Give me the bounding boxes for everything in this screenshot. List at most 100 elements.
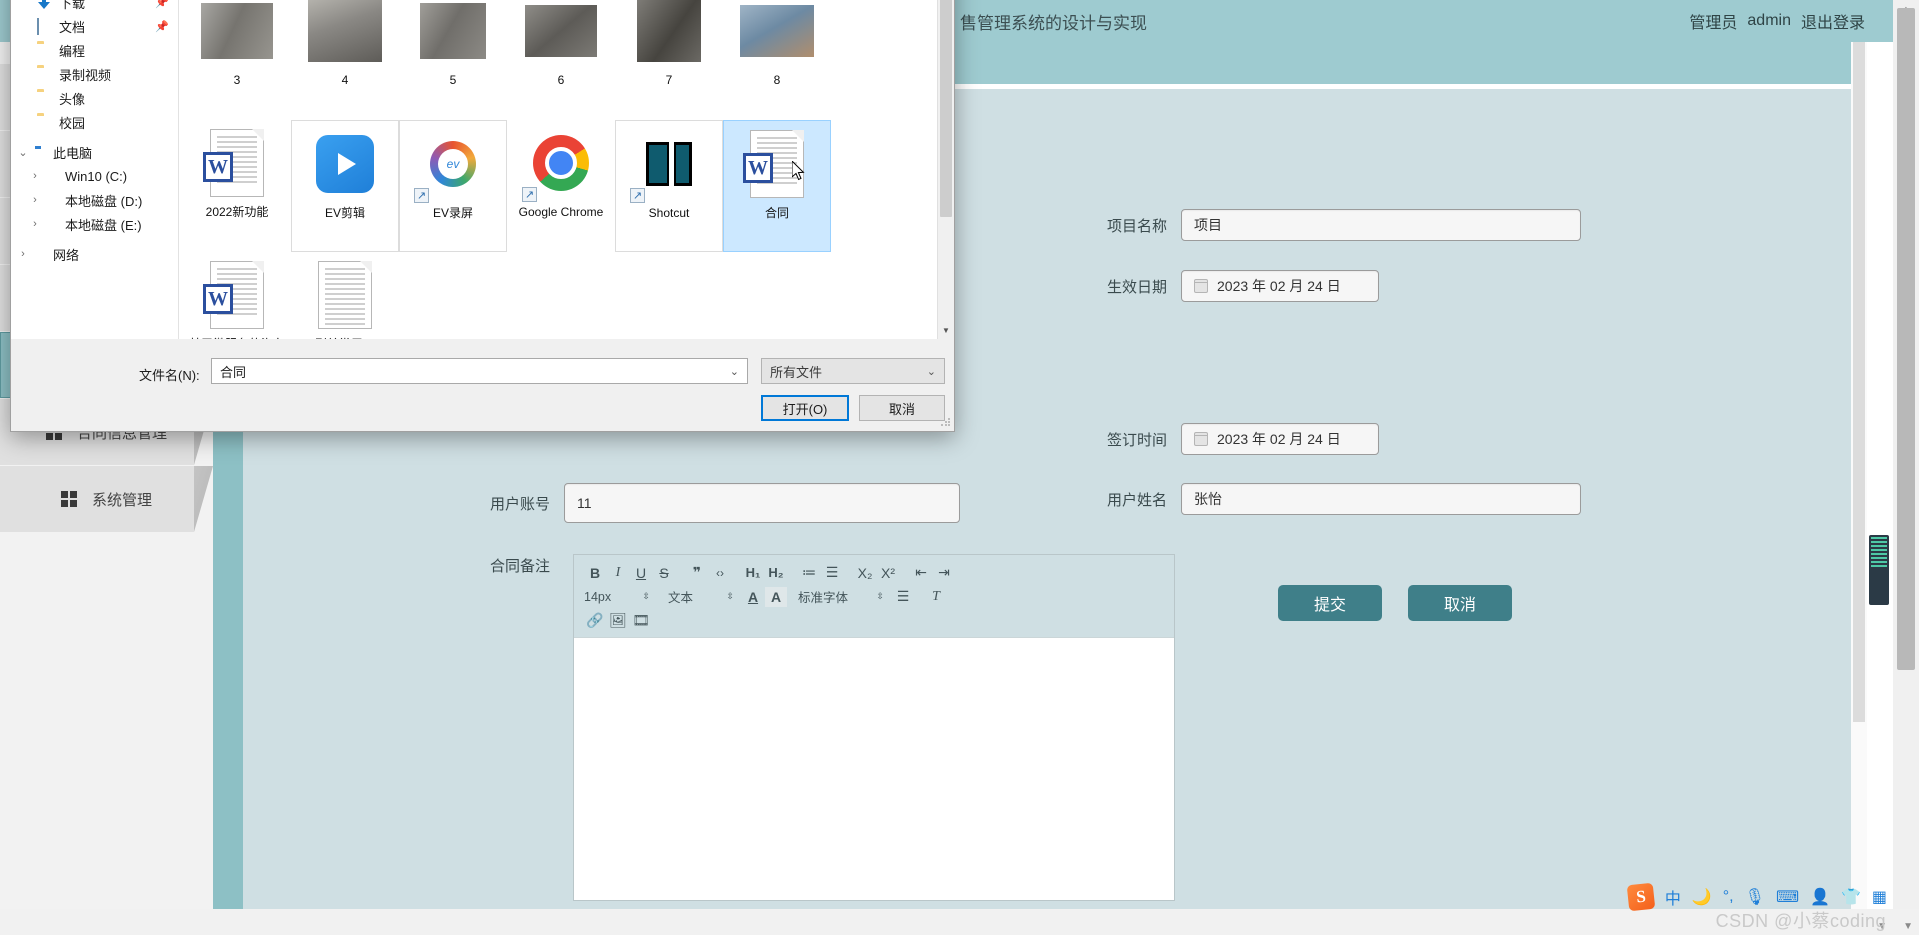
file-item[interactable]: 7 [615, 0, 723, 120]
editor-content-area[interactable] [574, 638, 1174, 900]
page-scrollbar[interactable]: ▲ [1893, 0, 1919, 935]
tree-item-disk-d[interactable]: › 本地磁盘 (D:) [11, 188, 178, 212]
underline-button[interactable]: U [630, 563, 652, 583]
align-button[interactable]: ☰ [892, 587, 914, 607]
chevron-right-icon[interactable]: › [27, 194, 43, 206]
user-name-input[interactable]: 张怡 [1181, 483, 1581, 515]
font-size-value: 14px [584, 589, 612, 604]
italic-button[interactable]: I [607, 563, 629, 583]
keyboard-icon[interactable]: ⌨ [1776, 887, 1799, 907]
tree-item-network[interactable]: › 网络 [11, 242, 178, 266]
file-item[interactable]: 5 [399, 0, 507, 120]
sign-time-input[interactable]: 2023 年 02 月 24 日 [1181, 423, 1379, 455]
apps-grid-icon[interactable]: ▦ [1872, 887, 1887, 907]
ev-clip-thumbnail [306, 125, 384, 203]
resize-grip[interactable] [940, 417, 950, 427]
submit-button[interactable]: 提交 [1278, 585, 1382, 621]
tree-item-downloads[interactable]: 下载 📌 [11, 0, 178, 14]
punctuation-icon[interactable]: °, [1723, 888, 1734, 906]
file-item[interactable]: 6 [507, 0, 615, 120]
pin-icon[interactable]: 📌 [155, 20, 169, 33]
file-name: Shotcut [648, 206, 690, 220]
file-list-scrollbar[interactable]: ▲ ▼ [937, 0, 954, 339]
filetype-select[interactable]: 所有文件 ⌄ [761, 358, 945, 384]
file-item-selected[interactable]: W 合同 [723, 120, 831, 252]
text-document-thumbnail [306, 256, 384, 334]
clear-format-button[interactable]: T [925, 587, 947, 607]
dialog-cancel-button[interactable]: 取消 [859, 395, 945, 421]
tree-item-label: 网络 [53, 247, 80, 263]
file-item[interactable]: W 2022新功能 [183, 120, 291, 252]
file-list-scrollbar-thumb[interactable] [940, 0, 952, 217]
font-family-select[interactable]: 标准字体 ⇳ [798, 587, 884, 607]
cancel-button[interactable]: 取消 [1408, 585, 1512, 621]
user-account-input[interactable]: 11 [564, 483, 960, 523]
file-item[interactable]: 3 [183, 0, 291, 120]
open-button[interactable]: 打开(O) [761, 395, 849, 421]
editor-toolbar-row-1: B I U S ❞ ‹› H₁ H₂ ≔ ☰ X₂ X² ⇤ ⇥ [584, 562, 1164, 583]
video-button[interactable]: 🎞 [630, 611, 652, 631]
text-color-button[interactable]: A [742, 587, 764, 607]
chrome-icon [533, 135, 589, 191]
blockquote-button[interactable]: ❞ [686, 563, 708, 583]
filename-input[interactable]: 合同 ⌄ [211, 358, 748, 384]
font-size-select[interactable]: 14px ⇳ [584, 587, 650, 607]
outdent-button[interactable]: ⇤ [910, 563, 932, 583]
file-item[interactable]: ↗ Google Chrome [507, 120, 615, 252]
chevron-down-icon[interactable]: ⌄ [927, 365, 936, 378]
file-item[interactable]: ↗ Shotcut [615, 120, 723, 252]
inner-scrollbar-thumb[interactable] [1853, 42, 1865, 722]
strikethrough-button[interactable]: S [653, 563, 675, 583]
file-item[interactable]: 8 [723, 0, 831, 120]
indent-button[interactable]: ⇥ [933, 563, 955, 583]
sogou-ime-icon[interactable]: S [1626, 882, 1656, 912]
inner-scrollbar[interactable] [1851, 42, 1867, 935]
dialog-body: ⌄ ★ 快速访问 桌面 📌 下载 📌 文档 📌 编程 [11, 0, 954, 339]
logout-link[interactable]: 退出登录 [1801, 9, 1865, 33]
chevron-down-icon[interactable]: ⌄ [730, 365, 739, 378]
background-color-button[interactable]: A [765, 586, 787, 607]
text-style-select[interactable]: 文本 ⇳ [668, 587, 734, 607]
file-item[interactable]: ev ↗ EV录屏 [399, 120, 507, 252]
chevron-down-icon[interactable]: ⌄ [15, 146, 31, 159]
tree-item-win10-c[interactable]: › Win10 (C:) [11, 164, 178, 188]
tree-item-disk-e[interactable]: › 本地磁盘 (E:) [11, 212, 178, 236]
tree-item-this-pc[interactable]: ⌄ 此电脑 [11, 140, 178, 164]
user-icon[interactable]: 👤 [1810, 887, 1830, 907]
heading2-button[interactable]: H₂ [765, 563, 787, 583]
file-item[interactable]: W 基于微服务的汽车修理厂管理系统(需求文档) (1) [183, 252, 291, 339]
project-name-input[interactable]: 项目 [1181, 209, 1581, 241]
link-button[interactable]: 🔗 [584, 611, 606, 631]
tree-item-documents[interactable]: 文档 📌 [11, 14, 178, 38]
tree-item-avatars[interactable]: 头像 [11, 86, 178, 110]
file-item[interactable]: 4 [291, 0, 399, 120]
skin-icon[interactable]: 👕 [1841, 887, 1861, 907]
tree-item-campus[interactable]: 校园 [11, 110, 178, 134]
bullet-list-button[interactable]: ☰ [821, 563, 843, 583]
superscript-button[interactable]: X² [877, 563, 899, 583]
pin-icon[interactable]: 📌 [155, 0, 169, 9]
file-item[interactable]: 刷单常用11 [291, 252, 399, 339]
chevron-right-icon[interactable]: › [27, 170, 43, 182]
ordered-list-button[interactable]: ≔ [798, 563, 820, 583]
image-button[interactable]: 🖼 [607, 611, 629, 631]
tree-item-label: 下载 [59, 0, 86, 11]
tree-item-programming[interactable]: 编程 [11, 38, 178, 62]
chevron-right-icon[interactable]: › [27, 218, 43, 230]
page-scrollbar-thumb[interactable] [1897, 8, 1915, 670]
effective-date-input[interactable]: 2023 年 02 月 24 日 [1181, 270, 1379, 302]
tree-item-recordings[interactable]: 录制视频 [11, 62, 178, 86]
dialog-file-list[interactable]: 视频 图片 [179, 0, 954, 339]
moon-icon[interactable]: 🌙 [1692, 887, 1712, 907]
sidebar-item-system-manage[interactable]: 系统管理 [0, 466, 213, 532]
heading1-button[interactable]: H₁ [742, 563, 764, 583]
code-button[interactable]: ‹› [709, 563, 731, 583]
ime-mode-label[interactable]: 中 [1665, 885, 1681, 909]
scroll-down-icon-outer[interactable]: ▼ [1903, 921, 1913, 932]
file-item[interactable]: EV剪辑 [291, 120, 399, 252]
subscript-button[interactable]: X₂ [854, 563, 876, 583]
chevron-right-icon[interactable]: › [15, 248, 31, 260]
bold-button[interactable]: B [584, 563, 606, 583]
microphone-icon[interactable]: 🎙 [1745, 887, 1765, 907]
scroll-down-icon[interactable]: ▼ [938, 322, 954, 339]
